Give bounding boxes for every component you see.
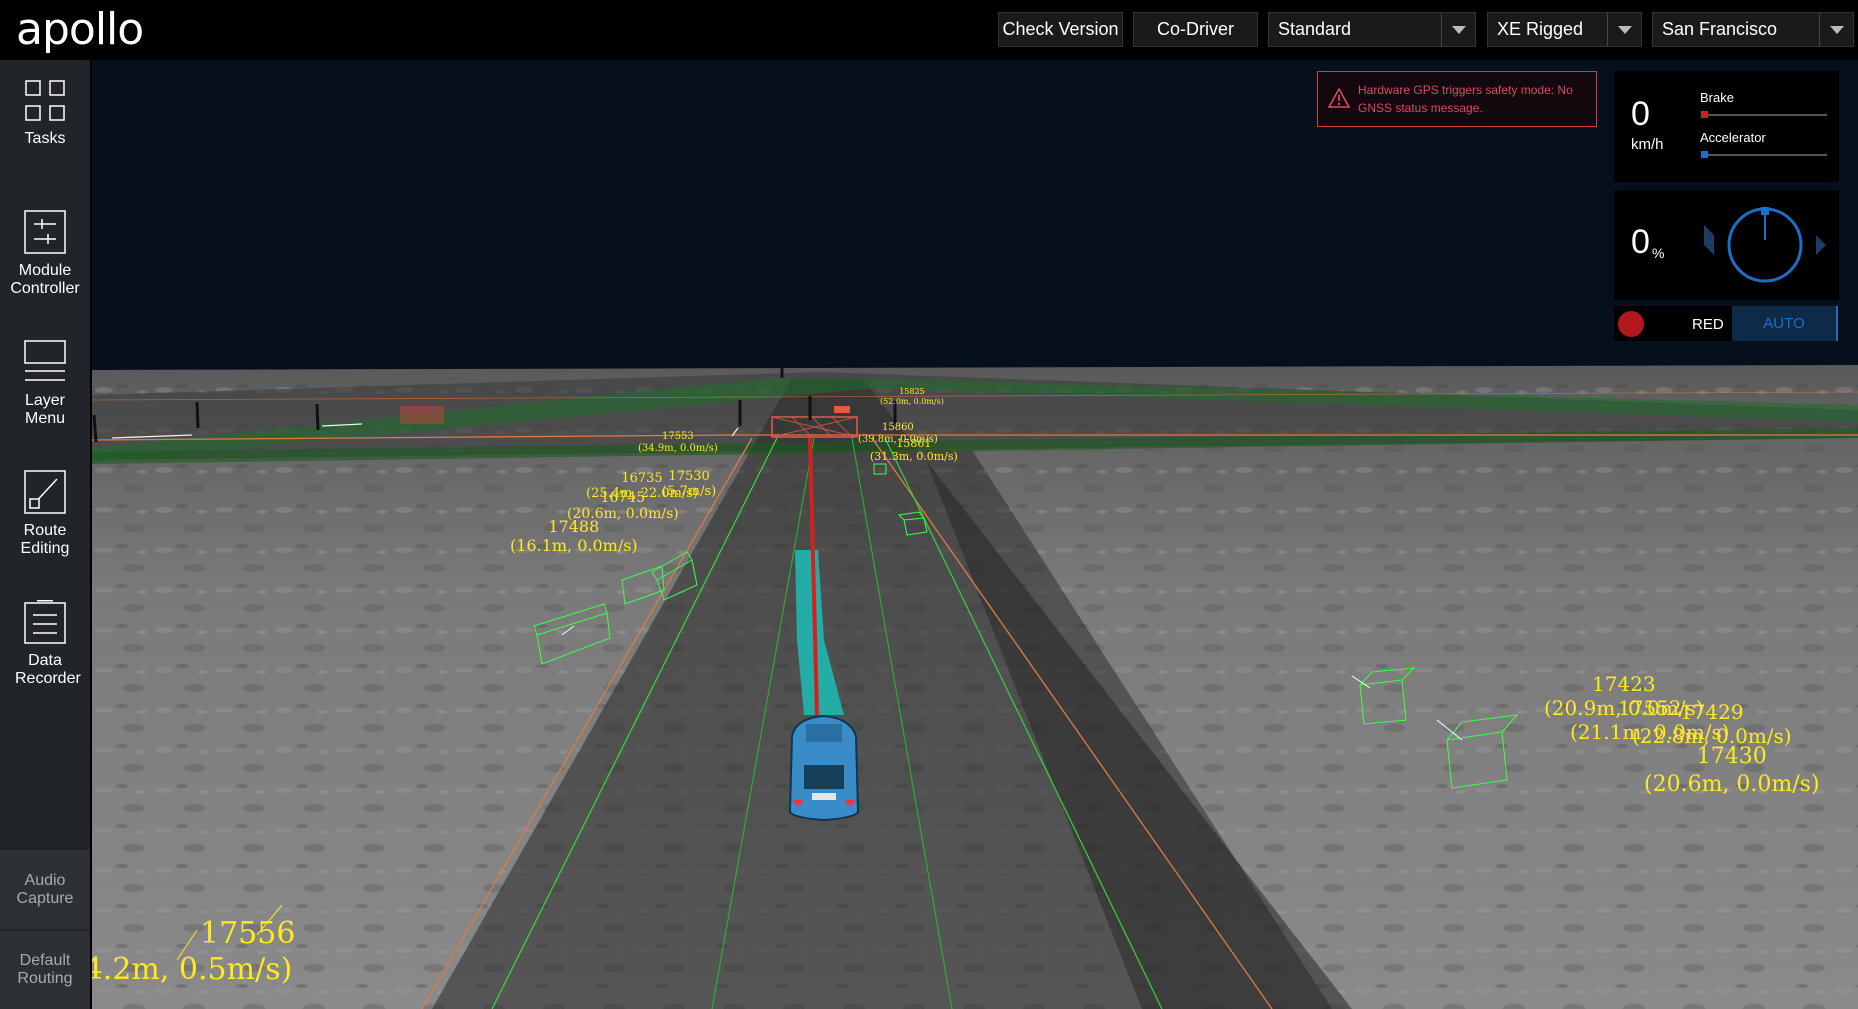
- obstacle-info: (4.2m, 0.5m/s): [92, 952, 293, 987]
- map-select-value: San Francisco: [1662, 19, 1778, 39]
- obstacle-id: 15825: [899, 387, 925, 396]
- chevron-down-icon: [1819, 13, 1853, 46]
- obstacle-label: 17430 (20.6m, 0.0m/s): [1644, 743, 1820, 799]
- vehicle-select[interactable]: XE Rigged: [1487, 12, 1642, 47]
- sliders-icon: [24, 210, 66, 254]
- obstacle-label: 17488 (16.1m, 0.0m/s): [510, 517, 638, 555]
- obstacle-id: 17429: [1679, 700, 1744, 724]
- alert-banner: Hardware GPS triggers safety mode: No GN…: [1317, 71, 1597, 127]
- sidebar: Tasks Module Controller Layer Menu Route…: [0, 60, 90, 1009]
- sidebar-item-label: Route Editing: [20, 522, 70, 557]
- check-version-button[interactable]: Check Version: [998, 12, 1123, 47]
- audio-capture-label: Audio Capture: [16, 871, 74, 907]
- default-routing-label: Default Routing: [17, 952, 73, 987]
- accelerator-label: Accelerator: [1700, 130, 1766, 145]
- alert-message: Hardware GPS triggers safety mode: No GN…: [1358, 83, 1573, 115]
- grid-icon: [25, 80, 65, 121]
- mode-select[interactable]: Standard: [1268, 12, 1476, 47]
- steering-unit: %: [1652, 245, 1665, 261]
- obstacle-id: 17430: [1696, 744, 1767, 769]
- obstacle-info: (34.9m, 0.0m/s): [638, 443, 718, 454]
- sidebar-item-data-recorder[interactable]: Data Recorder: [0, 580, 90, 710]
- chevron-down-icon: [1607, 13, 1641, 46]
- apollo-logo: apollo: [16, 4, 144, 55]
- top-bar: apollo Check Version Co-Driver Standard …: [0, 0, 1858, 60]
- accelerator-indicator: [1701, 151, 1708, 158]
- co-driver-button[interactable]: Co-Driver: [1133, 12, 1258, 47]
- obstacle-info: (52.0m, 0.0m/s): [880, 397, 944, 406]
- obstacle-label: 15825 (52.0m, 0.0m/s): [880, 387, 944, 407]
- obstacle-id: 17423: [1591, 672, 1656, 696]
- map-select[interactable]: San Francisco: [1652, 12, 1854, 47]
- obstacle-id: 15860: [881, 422, 914, 433]
- obstacle-label: 15861 (31.3m, 0.0m/s): [870, 437, 958, 463]
- sidebar-item-label: Tasks: [24, 130, 66, 147]
- default-routing-button[interactable]: Default Routing: [0, 931, 90, 1009]
- brake-bar: [1702, 114, 1827, 116]
- obstacle-id: 17488: [548, 517, 600, 536]
- obstacle-label: 17429 (22.8m, 0.0m/s): [1632, 700, 1792, 748]
- scene-view[interactable]: 15825 (52.0m, 0.0m/s) 15860 (39.8m, 0.0m…: [92, 60, 1858, 1009]
- sidebar-item-layer-menu[interactable]: Layer Menu: [0, 320, 90, 450]
- brake-indicator: [1701, 111, 1708, 118]
- traffic-signal-label: RED: [1692, 316, 1724, 333]
- ego-vehicle: [788, 714, 860, 822]
- obstacle-label: 17553 (34.9m, 0.0m/s): [638, 431, 718, 455]
- obstacle-id: 17556: [200, 916, 296, 951]
- auto-mode-button[interactable]: AUTO: [1732, 306, 1838, 341]
- sidebar-item-module-controller[interactable]: Module Controller: [0, 190, 90, 320]
- obstacle-label: 17556 (4.2m, 0.5m/s): [92, 916, 342, 988]
- sidebar-item-label: Layer Menu: [24, 392, 66, 427]
- brake-label: Brake: [1700, 90, 1734, 105]
- obstacle-id: 17553: [661, 431, 694, 442]
- obstacle-info: (20.6m, 0.0m/s): [1644, 772, 1820, 797]
- accelerator-bar: [1702, 154, 1827, 156]
- scene-canvas: [92, 60, 1858, 1009]
- obstacle-id: 16745: [600, 490, 646, 506]
- chevron-down-icon: [1441, 13, 1475, 46]
- obstacle-id: 17530: [668, 469, 710, 484]
- list-icon: [24, 600, 66, 644]
- route-icon: [24, 470, 66, 514]
- obstacle-info: (31.3m, 0.0m/s): [870, 450, 958, 463]
- speed-value: 0: [1631, 95, 1650, 133]
- sidebar-item-tasks[interactable]: Tasks: [0, 60, 90, 190]
- sidebar-item-label: Module Controller: [10, 262, 80, 297]
- traffic-light-indicator: [1618, 311, 1644, 337]
- vehicle-select-value: XE Rigged: [1497, 19, 1584, 39]
- sidebar-item-label: Data Recorder: [15, 652, 81, 687]
- sidebar-item-route-editing[interactable]: Route Editing: [0, 450, 90, 580]
- obstacle-info: (16.1m, 0.0m/s): [510, 536, 638, 555]
- warning-icon: [1328, 88, 1350, 108]
- speed-unit: km/h: [1631, 136, 1664, 153]
- audio-capture-button[interactable]: Audio Capture: [0, 850, 90, 929]
- steering-value: 0: [1631, 223, 1650, 261]
- layers-icon: [24, 340, 66, 381]
- obstacle-id: 15861: [896, 437, 932, 450]
- steering-wheel-icon: [1704, 207, 1826, 283]
- mode-select-value: Standard: [1278, 19, 1352, 39]
